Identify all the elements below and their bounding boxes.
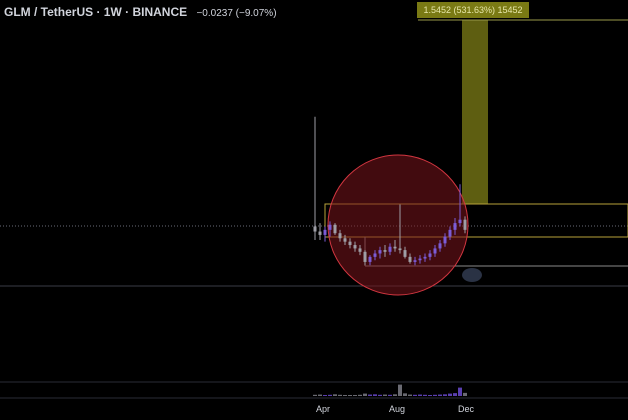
candle-body: [443, 236, 447, 244]
volume-bar: [458, 387, 462, 396]
volume-bar: [408, 394, 412, 396]
candle-body: [378, 250, 382, 254]
volume-bar: [373, 394, 377, 396]
volume-bar: [338, 394, 342, 396]
x-tick-dec: Dec: [458, 404, 475, 414]
volume-bar: [323, 395, 327, 396]
x-tick-aug: Aug: [389, 404, 405, 414]
volume-bar: [363, 393, 367, 396]
candle-body: [458, 219, 462, 224]
candle-body: [328, 224, 332, 230]
candle-body: [403, 250, 407, 257]
x-tick-apr: Apr: [316, 404, 330, 414]
volume-bar: [358, 394, 362, 396]
candle-body: [373, 253, 377, 257]
chart-header: GLM / TetherUS · 1W · BINANCE −0.0237 (−…: [4, 5, 277, 19]
volume-bar: [463, 392, 467, 396]
volume-bar: [333, 394, 337, 396]
candle-body: [333, 224, 337, 234]
symbol-title[interactable]: GLM / TetherUS · 1W · BINANCE: [4, 5, 187, 19]
volume-bar: [398, 384, 402, 396]
candle-body: [408, 256, 412, 262]
candle-body: [423, 256, 427, 259]
volume-bar: [418, 394, 422, 396]
candle-body: [413, 260, 417, 262]
candle-body: [393, 246, 397, 249]
scroll-handle[interactable]: [462, 268, 482, 282]
volume-bar: [353, 395, 357, 396]
volume-bar: [453, 393, 457, 396]
volume-bar: [318, 394, 322, 396]
measure-bar: [462, 20, 488, 204]
volume-bar: [368, 394, 372, 396]
candle-body: [338, 233, 342, 239]
candle-body: [428, 253, 432, 257]
highlight-circle: [327, 154, 469, 296]
volume-bar: [388, 394, 392, 396]
volume-bar: [443, 394, 447, 396]
candle-body: [463, 219, 467, 230]
candle-body: [438, 243, 442, 249]
candle-body: [398, 248, 402, 251]
volume-bar: [378, 394, 382, 396]
candle-body: [453, 223, 457, 230]
candle-body: [358, 248, 362, 252]
candle-body: [418, 258, 422, 261]
volume-bars: [313, 384, 467, 396]
candle-body: [363, 251, 367, 262]
volume-bar: [423, 394, 427, 396]
candle-body: [323, 229, 327, 235]
volume-bar: [393, 394, 397, 396]
volume-bar: [383, 394, 387, 396]
candle-body: [348, 241, 352, 246]
volume-bar: [413, 394, 417, 396]
candle-body: [433, 248, 437, 254]
candle-body: [368, 256, 372, 262]
volume-bar: [348, 395, 352, 396]
candle-body: [343, 238, 347, 242]
candle-body: [318, 231, 322, 235]
candle-body: [388, 246, 392, 252]
volume-bar: [343, 395, 347, 396]
price-change: −0.0237 (−9.07%): [196, 8, 277, 19]
volume-bar: [433, 394, 437, 396]
volume-bar: [448, 393, 452, 396]
measure-label: 1.5452 (531.63%) 15452: [417, 2, 529, 18]
price-chart[interactable]: Apr Aug Dec: [0, 0, 628, 420]
candle-body: [313, 226, 317, 232]
volume-bar: [438, 394, 442, 396]
volume-bar: [403, 393, 407, 396]
candle-body: [448, 229, 452, 237]
volume-bar: [428, 395, 432, 396]
volume-bar: [328, 394, 332, 396]
candle-body: [383, 250, 387, 252]
volume-bar: [313, 394, 317, 396]
candle-body: [353, 245, 357, 249]
